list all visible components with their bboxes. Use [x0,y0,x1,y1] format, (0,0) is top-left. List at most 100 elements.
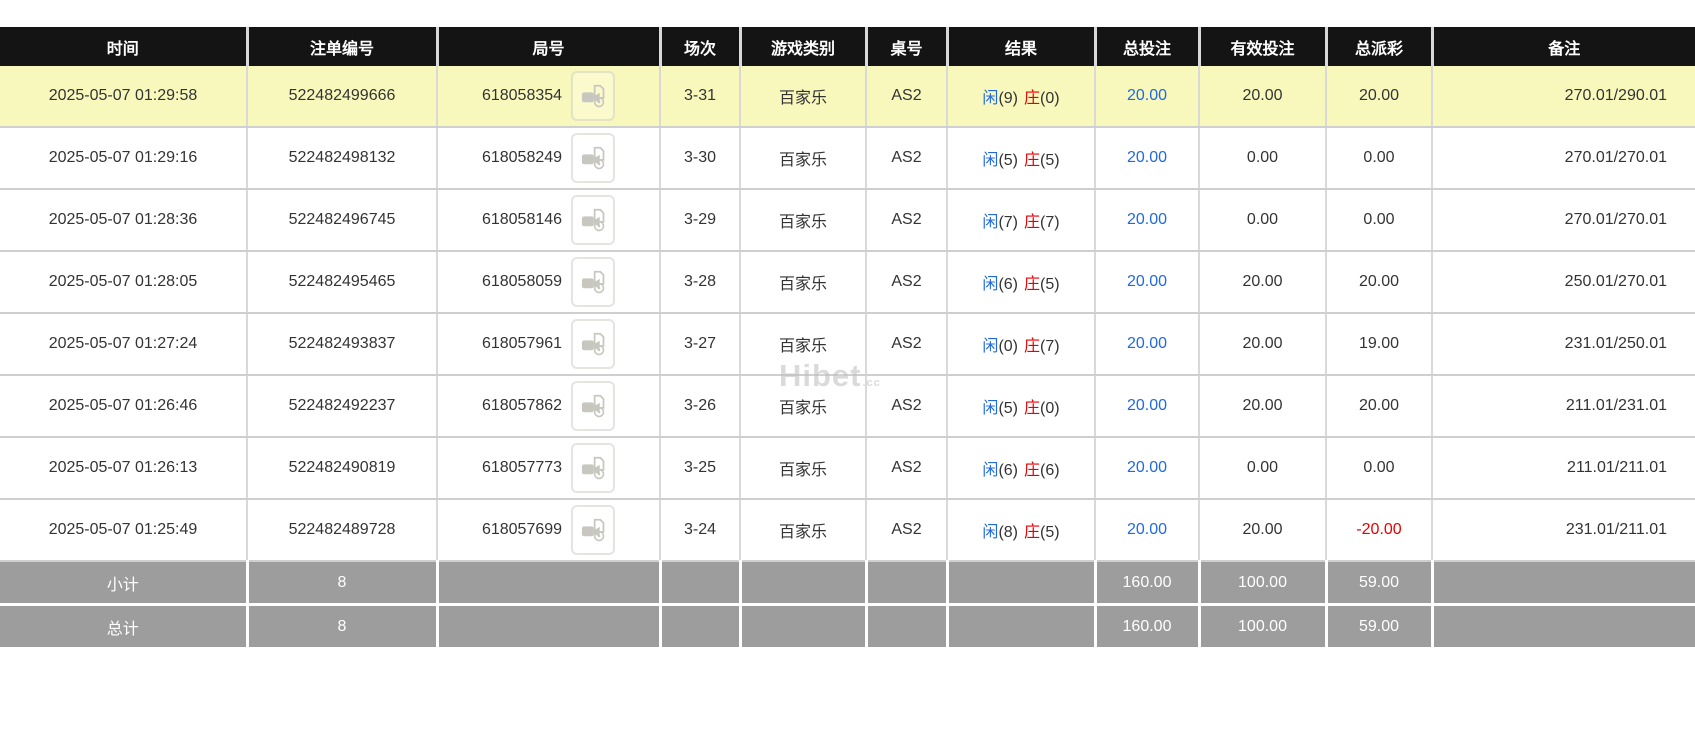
valid-bet-cell: 20.00 [1199,313,1327,376]
table-row: 2025-05-07 01:27:24 522482493837 6180579… [0,313,1695,376]
col-header-time: 时间 [0,27,249,66]
result-cell: 闲(5) 庄(5) [947,127,1096,190]
session-cell: 3-30 [660,127,741,190]
grand-total-row: 总计 8 160.00 100.00 59.00 [0,604,1695,647]
video-icon [581,332,605,356]
valid-bet-cell: 0.00 [1199,437,1327,500]
banker-result-score: (5) [1040,524,1060,541]
col-header-remark: 备注 [1432,27,1695,66]
player-result-label: 闲 [982,400,999,417]
player-result-score: (5) [998,152,1018,169]
player-result-score: (8) [998,524,1018,541]
bet-id-cell: 522482498132 [247,127,438,190]
result-cell: 闲(6) 庄(6) [947,437,1096,500]
table-row: 2025-05-07 01:29:58 522482499666 6180583… [0,66,1695,128]
session-cell: 3-26 [660,375,741,438]
valid-bet-cell: 20.00 [1199,499,1327,562]
result-cell: 闲(8) 庄(5) [947,499,1096,562]
player-result-label: 闲 [982,214,999,231]
subtotal-table-cell [866,561,949,606]
total-total-bet: 160.00 [1095,604,1201,647]
video-replay-button[interactable] [571,71,616,121]
banker-result-score: (6) [1040,462,1060,479]
bet-id-cell: 522482493837 [247,313,438,376]
table-no-cell: AS2 [866,375,948,438]
player-result-score: (0) [998,338,1018,355]
col-header-payout: 总派彩 [1326,27,1434,66]
banker-result-score: (5) [1040,276,1060,293]
table-row: 2025-05-07 01:28:36 522482496745 6180581… [0,189,1695,252]
remark-cell: 270.01/290.01 [1432,66,1695,128]
table-no-cell: AS2 [866,313,948,376]
player-result-label: 闲 [982,524,999,541]
video-replay-button[interactable] [571,505,616,555]
game-type-cell: 百家乐 [740,375,867,438]
session-cell: 3-31 [660,66,741,128]
time-cell: 2025-05-07 01:27:24 [0,313,248,376]
remark-cell: 270.01/270.01 [1432,189,1695,252]
remark-cell: 231.01/250.01 [1432,313,1695,376]
session-cell: 3-29 [660,189,741,252]
subtotal-count: 8 [247,561,439,606]
total-payout: 59.00 [1326,604,1434,647]
time-cell: 2025-05-07 01:29:58 [0,66,248,128]
banker-result-score: (0) [1040,400,1060,417]
round-number: 618058059 [481,273,563,290]
video-replay-button[interactable] [571,319,616,369]
video-replay-button[interactable] [571,133,616,183]
player-result-label: 闲 [982,276,999,293]
banker-result-label: 庄 [1024,214,1041,231]
round-cell: 618058249 [437,127,661,190]
table-row: 2025-05-07 01:28:05 522482495465 6180580… [0,251,1695,314]
payout-cell: 0.00 [1326,437,1433,500]
total-round-cell [437,604,662,647]
total-bet-cell: 20.00 [1095,189,1200,252]
subtotal-session-cell [660,561,742,606]
banker-result-label: 庄 [1024,90,1041,107]
col-header-game: 游戏类别 [740,27,868,66]
bet-id-cell: 522482495465 [247,251,438,314]
round-number: 618058146 [481,211,563,228]
video-icon [581,456,605,480]
subtotal-payout: 59.00 [1326,561,1434,606]
table-row: 2025-05-07 01:26:13 522482490819 6180577… [0,437,1695,500]
result-cell: 闲(9) 庄(0) [947,66,1096,128]
bet-id-cell: 522482499666 [247,66,438,128]
table-no-cell: AS2 [866,189,948,252]
video-replay-button[interactable] [571,443,616,493]
time-cell: 2025-05-07 01:28:05 [0,251,248,314]
player-result-score: (6) [998,462,1018,479]
bet-id-cell: 522482492237 [247,375,438,438]
round-number: 618057699 [481,521,563,538]
video-replay-button[interactable] [571,195,616,245]
video-icon [581,394,605,418]
player-result-score: (5) [998,400,1018,417]
video-replay-button[interactable] [571,381,616,431]
time-cell: 2025-05-07 01:26:13 [0,437,248,500]
round-number: 618057773 [481,459,563,476]
col-header-bet-id: 注单编号 [247,27,439,66]
remark-cell: 211.01/211.01 [1432,437,1695,500]
total-bet-cell: 20.00 [1095,499,1200,562]
payout-cell: 19.00 [1326,313,1433,376]
remark-cell: 231.01/211.01 [1432,499,1695,562]
video-replay-button[interactable] [571,257,616,307]
col-header-total-bet: 总投注 [1095,27,1201,66]
table-row: 2025-05-07 01:25:49 522482489728 6180576… [0,499,1695,562]
subtotal-remark-cell [1432,561,1695,606]
result-cell: 闲(6) 庄(5) [947,251,1096,314]
subtotal-total-bet: 160.00 [1095,561,1201,606]
total-bet-cell: 20.00 [1095,251,1200,314]
payout-cell: 0.00 [1326,189,1433,252]
player-result-label: 闲 [982,462,999,479]
banker-result-label: 庄 [1024,276,1041,293]
payout-cell: 20.00 [1326,66,1433,128]
valid-bet-cell: 20.00 [1199,66,1327,128]
subtotal-game-cell [740,561,868,606]
banker-result-score: (7) [1040,338,1060,355]
total-result-cell [947,604,1097,647]
total-bet-cell: 20.00 [1095,313,1200,376]
time-cell: 2025-05-07 01:25:49 [0,499,248,562]
bet-history-table: 时间 注单编号 局号 场次 游戏类别 桌号 结果 总投注 有效投注 总派彩 备注… [0,27,1695,647]
banker-result-label: 庄 [1024,400,1041,417]
